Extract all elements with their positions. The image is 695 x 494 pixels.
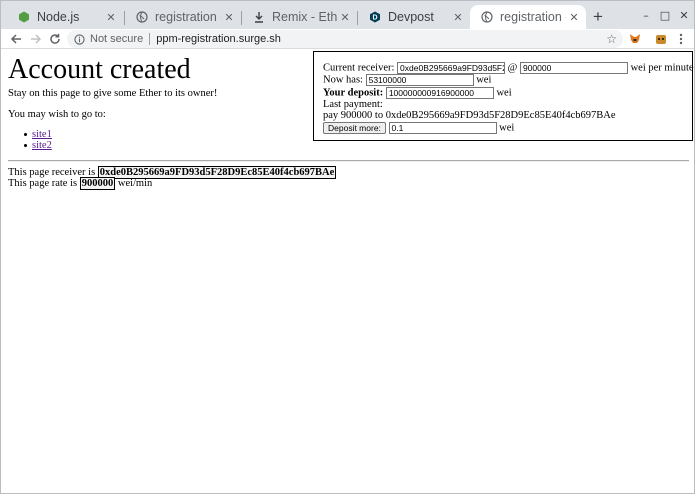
tab-nodejs[interactable]: Node.js ✕ [7,5,123,29]
intro-text: Stay on this page to give some Ether to … [8,88,218,99]
back-arrow-icon [10,34,21,44]
deposit-input[interactable]: 100000000916900000 [385,87,494,99]
tab-title: Node.js [37,10,80,24]
tab-title: Devpost [388,10,434,24]
now-has-input[interactable]: 53100000 [365,74,474,86]
svg-text:D: D [372,15,377,22]
site2-link[interactable]: site2 [32,140,52,151]
deposit-more-button[interactable]: Deposit more: [323,122,386,134]
forward-button[interactable] [27,30,45,48]
current-receiver-row: Current receiver: 0xde0B295669a9FD93d5F2… [323,62,694,74]
tab-registration-1[interactable]: registration - p ✕ [125,5,241,29]
forward-arrow-icon [31,34,42,44]
metamask-extension-icon[interactable] [627,31,643,47]
list-item: site2 [24,140,52,151]
address-divider [149,33,151,45]
now-has-row: Now has: 53100000 wei [323,74,491,86]
url-text: ppm-registration.surge.sh [156,33,281,45]
close-tab-icon[interactable]: ✕ [221,9,237,25]
site1-link[interactable]: site1 [32,129,52,140]
last-payment-text: pay 900000 to 0xde0B295669a9FD93d5F28D9E… [323,110,616,121]
now-has-label: Now has: [323,74,363,86]
now-has-unit: wei [476,74,492,86]
tab-remix[interactable]: Remix - Ethere ✕ [242,5,357,29]
deposit-unit: wei [496,87,512,99]
globe-icon [135,10,149,24]
menu-kebab-icon[interactable] [673,31,689,47]
close-tab-icon[interactable]: ✕ [337,9,353,25]
deposit-more-row: Deposit more: 0.1 wei [323,122,514,134]
close-window-button[interactable]: ✕ [675,6,693,24]
address-bar[interactable]: Not secure ppm-registration.surge.sh ☆ [67,30,623,48]
deposit-row: Your deposit: 100000000916900000 wei [323,87,512,99]
receiver-line: This page receiver is 0xde0B295669a9FD93… [8,166,337,179]
reload-icon [50,33,60,44]
browser-window: Node.js ✕ registration - p ✕ Remix - Eth… [0,0,695,494]
info-icon[interactable] [73,33,85,45]
nodejs-icon [17,10,31,24]
minimize-button[interactable]: – [637,6,655,24]
remix-icon [252,10,266,24]
back-button[interactable] [7,30,25,48]
reload-button[interactable] [46,30,64,48]
close-tab-icon[interactable]: ✕ [450,9,466,25]
tab-strip: Node.js ✕ registration - p ✕ Remix - Eth… [1,1,694,29]
deposit-label: Your deposit: [323,87,384,99]
new-tab-button[interactable]: + [589,7,607,26]
rate-unit: wei per minute [630,62,694,74]
site-link-list: site1 site2 [24,129,52,151]
tab-title: registration - p [155,10,221,24]
tab-title: Remix - Ethere [272,10,337,24]
close-tab-icon[interactable]: ✕ [103,9,119,25]
tab-devpost[interactable]: D Devpost ✕ [358,5,470,29]
rate-input[interactable]: 900000 [519,62,628,74]
tab-title: registration - p [500,10,566,24]
horizontal-rule [8,160,689,162]
tab-registration-active[interactable]: registration - p ✕ [470,5,586,29]
deposit-more-unit: wei [499,122,515,134]
current-receiver-label: Current receiver: [323,62,395,74]
page-title: Account created [8,54,191,85]
devpost-icon: D [368,10,382,24]
at-symbol: @ [507,62,518,74]
rate-value: 900000 [79,177,116,190]
payment-panel: Current receiver: 0xde0B295669a9FD93d5F2… [313,51,694,141]
browser-toolbar: Not secure ppm-registration.surge.sh ☆ [1,29,694,49]
bookmark-star-icon[interactable]: ☆ [606,32,617,46]
not-secure-label: Not secure [90,33,144,45]
fox-extension-icon[interactable] [653,31,669,47]
page-content: Account created Stay on this page to giv… [1,50,694,493]
close-tab-icon[interactable]: ✕ [566,9,582,25]
rate-suffix: wei/min [117,178,153,189]
maximize-button[interactable]: □ [656,6,674,24]
deposit-more-input[interactable]: 0.1 [388,122,497,134]
rate-prefix: This page rate is [8,178,78,189]
current-receiver-input[interactable]: 0xde0B295669a9FD93d5F28D [397,62,506,74]
wish-text: You may wish to go to: [8,109,106,120]
globe-icon [480,10,494,24]
list-item: site1 [24,129,52,140]
rate-line: This page rate is 900000 wei/min [8,177,153,190]
